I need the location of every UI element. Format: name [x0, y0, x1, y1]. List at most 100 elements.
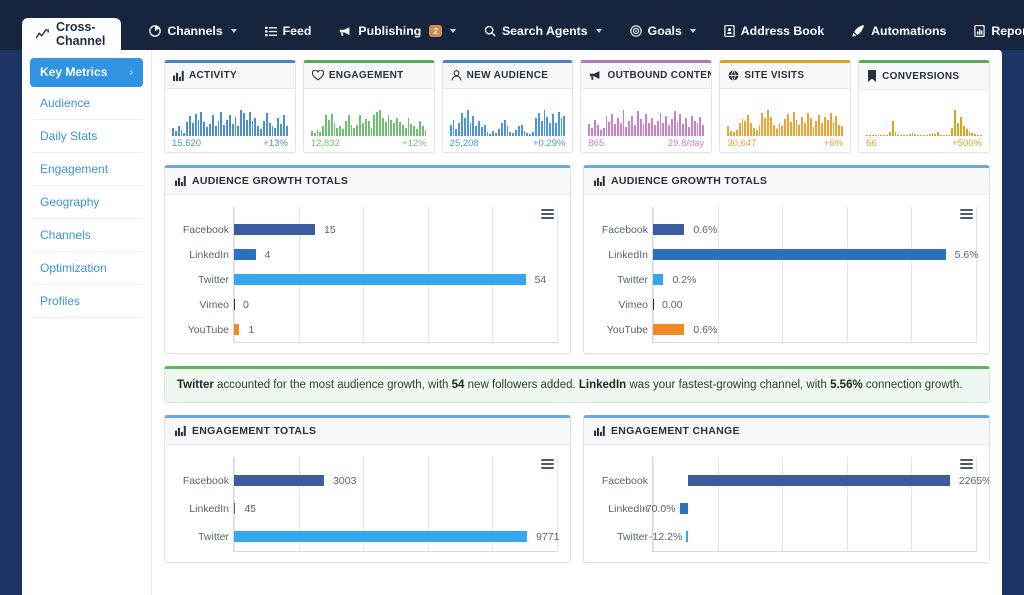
panel-body: Facebook 2265% LinkedIn -70.0% Twitter -12.2%	[584, 444, 989, 562]
chart-bar-row: Facebook 2265%	[602, 467, 989, 495]
metric-card-footer: 865 29.8/day	[588, 138, 704, 149]
chart-category-label: Twitter	[198, 273, 229, 286]
chart-bar-value: 9771	[536, 530, 560, 543]
bar-chart-icon	[594, 425, 605, 436]
nav-item-reports[interactable]: Reports	[960, 24, 1024, 38]
metric-value: 30,647	[727, 138, 757, 149]
metric-card-activity[interactable]: ACTIVITY 15,620 +13%	[164, 60, 296, 153]
chart-bar	[234, 503, 236, 515]
chart-axis-line	[233, 550, 558, 552]
chart-bar-value: 3003	[333, 474, 357, 487]
metric-value: 25,208	[449, 138, 479, 149]
bar-chart-icon	[594, 176, 605, 186]
chart-category-label: YouTube	[606, 323, 648, 336]
nav-item-automations[interactable]: Automations	[838, 24, 960, 38]
chart-audience-growth-totals: Facebook 15 LinkedIn 4 Twitter 54 Vimeo 0 YouTub…	[175, 207, 558, 343]
panel-audience-growth-totals: AUDIENCE GROWTH TOTALS Facebook 15 LinkedI…	[164, 165, 571, 354]
sparkline-chart	[727, 110, 843, 136]
metric-card-outbound-content[interactable]: OUTBOUND CONTENT 865 29.8/day	[580, 60, 713, 153]
chart-bar	[653, 299, 654, 310]
chart-engagement-totals: Facebook 3003 LinkedIn 45 Twitter 9771	[175, 456, 560, 552]
panel-title: ENGAGEMENT CHANGE	[611, 424, 740, 437]
metric-card-new-audience[interactable]: NEW AUDIENCE 25,208 +0.29%	[441, 60, 574, 153]
bar-chart-icon	[173, 70, 184, 81]
nav-item-channels[interactable]: Channels	[135, 24, 250, 38]
chart-bar-row: YouTube 0.6%	[607, 317, 977, 342]
nav-item-publishing-label: Publishing	[358, 24, 422, 38]
panel-title: AUDIENCE GROWTH TOTALS	[611, 175, 768, 187]
chart-bar-row: Facebook 0.6%	[602, 217, 977, 242]
sidebar-item-optimization[interactable]: Optimization	[30, 252, 143, 285]
chart-bar-row: LinkedIn 5.6%	[608, 242, 978, 267]
chart-bar	[234, 475, 325, 487]
chart-bar	[653, 249, 946, 260]
chart-axis-line	[233, 342, 558, 343]
chart-bar-value: 54	[534, 273, 547, 286]
heart-icon	[311, 70, 324, 81]
nav-item-goals[interactable]: Goals	[616, 24, 710, 38]
metric-delta: +12%	[402, 138, 427, 149]
bookmark-icon	[867, 70, 877, 82]
chart-category-label: Facebook	[601, 223, 648, 236]
chart-category-label: LinkedIn	[189, 248, 229, 261]
chart-category-label: LinkedIn	[608, 248, 648, 261]
chart-bar	[653, 324, 685, 335]
sidebar-item-key-metrics[interactable]: Key Metrics ›	[30, 58, 143, 87]
metric-card-site-visits[interactable]: SITE VISITS 30,647 +6%	[719, 60, 852, 153]
tab-cross-channel[interactable]: Cross-Channel	[22, 18, 122, 50]
metric-card-conversions[interactable]: CONVERSIONS 66 +500%	[858, 60, 990, 153]
metric-card-header: ACTIVITY	[165, 63, 295, 89]
chart-category-label: LinkedIn	[189, 502, 229, 515]
sidebar-item-daily-stats[interactable]: Daily Stats	[30, 120, 143, 153]
nav-item-search-agents[interactable]: Search Agents	[470, 24, 616, 38]
metric-card-footer: 30,647 +6%	[727, 138, 843, 149]
metric-card-title: OUTBOUND CONTENT	[607, 70, 713, 81]
sidebar-item-profiles[interactable]: Profiles	[30, 285, 143, 318]
chart-bar-value: 0.6%	[693, 323, 718, 336]
metric-card-header: NEW AUDIENCE	[442, 63, 573, 89]
chart-menu-icon[interactable]	[960, 458, 973, 469]
sparkline-chart	[172, 110, 288, 136]
line-chart-icon	[36, 28, 49, 40]
chart-bar-value: -12.2%	[649, 530, 683, 543]
nav-item-publishing[interactable]: Publishing 2	[325, 24, 470, 38]
panel-header: ENGAGEMENT TOTALS	[165, 417, 570, 445]
chart-category-label: YouTube	[187, 323, 229, 336]
megaphone-icon	[339, 26, 352, 37]
chart-menu-icon[interactable]	[541, 209, 554, 219]
chart-bar	[234, 299, 235, 310]
chart-plot-area: Facebook 15 LinkedIn 4 Twitter 54 Vimeo 0 YouTub…	[183, 207, 558, 342]
metric-card-engagement[interactable]: ENGAGEMENT 12,832 +12%	[302, 60, 435, 153]
summary-note-text: Twitter accounted for the most audience …	[177, 379, 963, 391]
metric-delta: +0.29%	[532, 138, 566, 149]
sidebar-item-channels[interactable]: Channels	[30, 219, 143, 252]
chart-bar	[653, 274, 664, 285]
target-icon	[629, 25, 642, 37]
report-icon	[974, 25, 986, 37]
chart-menu-icon[interactable]	[541, 458, 554, 469]
nav-item-feed[interactable]: Feed	[251, 24, 326, 38]
metric-card-header: OUTBOUND CONTENT	[581, 63, 711, 89]
sidebar-item-engagement[interactable]: Engagement	[30, 153, 143, 186]
chart-menu-icon[interactable]	[960, 209, 973, 219]
panel-header: AUDIENCE GROWTH TOTALS	[584, 168, 989, 195]
metric-card-title: NEW AUDIENCE	[466, 70, 549, 81]
metric-value: 15,620	[172, 138, 202, 149]
list-icon	[264, 26, 277, 37]
sidebar-item-label: Engagement	[40, 162, 109, 176]
nav-item-search-agents-label: Search Agents	[501, 24, 588, 38]
sidebar-item-audience[interactable]: Audience	[30, 87, 143, 120]
sparkline-chart	[588, 110, 705, 136]
top-navigation-bar: Cross-Channel Channels Feed Publishing 2…	[0, 0, 1024, 50]
chart-engagement-change: Facebook 2265% LinkedIn -70.0% Twitter -12.2%	[594, 456, 989, 552]
sidebar-item-label: Key Metrics	[40, 65, 108, 79]
chart-bar	[679, 503, 688, 515]
nav-item-goals-label: Goals	[647, 24, 682, 38]
nav-item-address-book[interactable]: Address Book	[710, 24, 838, 38]
chart-bar-row: Facebook 15	[183, 217, 558, 242]
metric-card-header: CONVERSIONS	[859, 63, 989, 90]
sidebar-item-label: Channels	[40, 228, 91, 242]
sidebar-item-geography[interactable]: Geography	[30, 186, 143, 219]
metric-value: 865	[588, 138, 605, 149]
metric-card-title: CONVERSIONS	[882, 70, 960, 82]
